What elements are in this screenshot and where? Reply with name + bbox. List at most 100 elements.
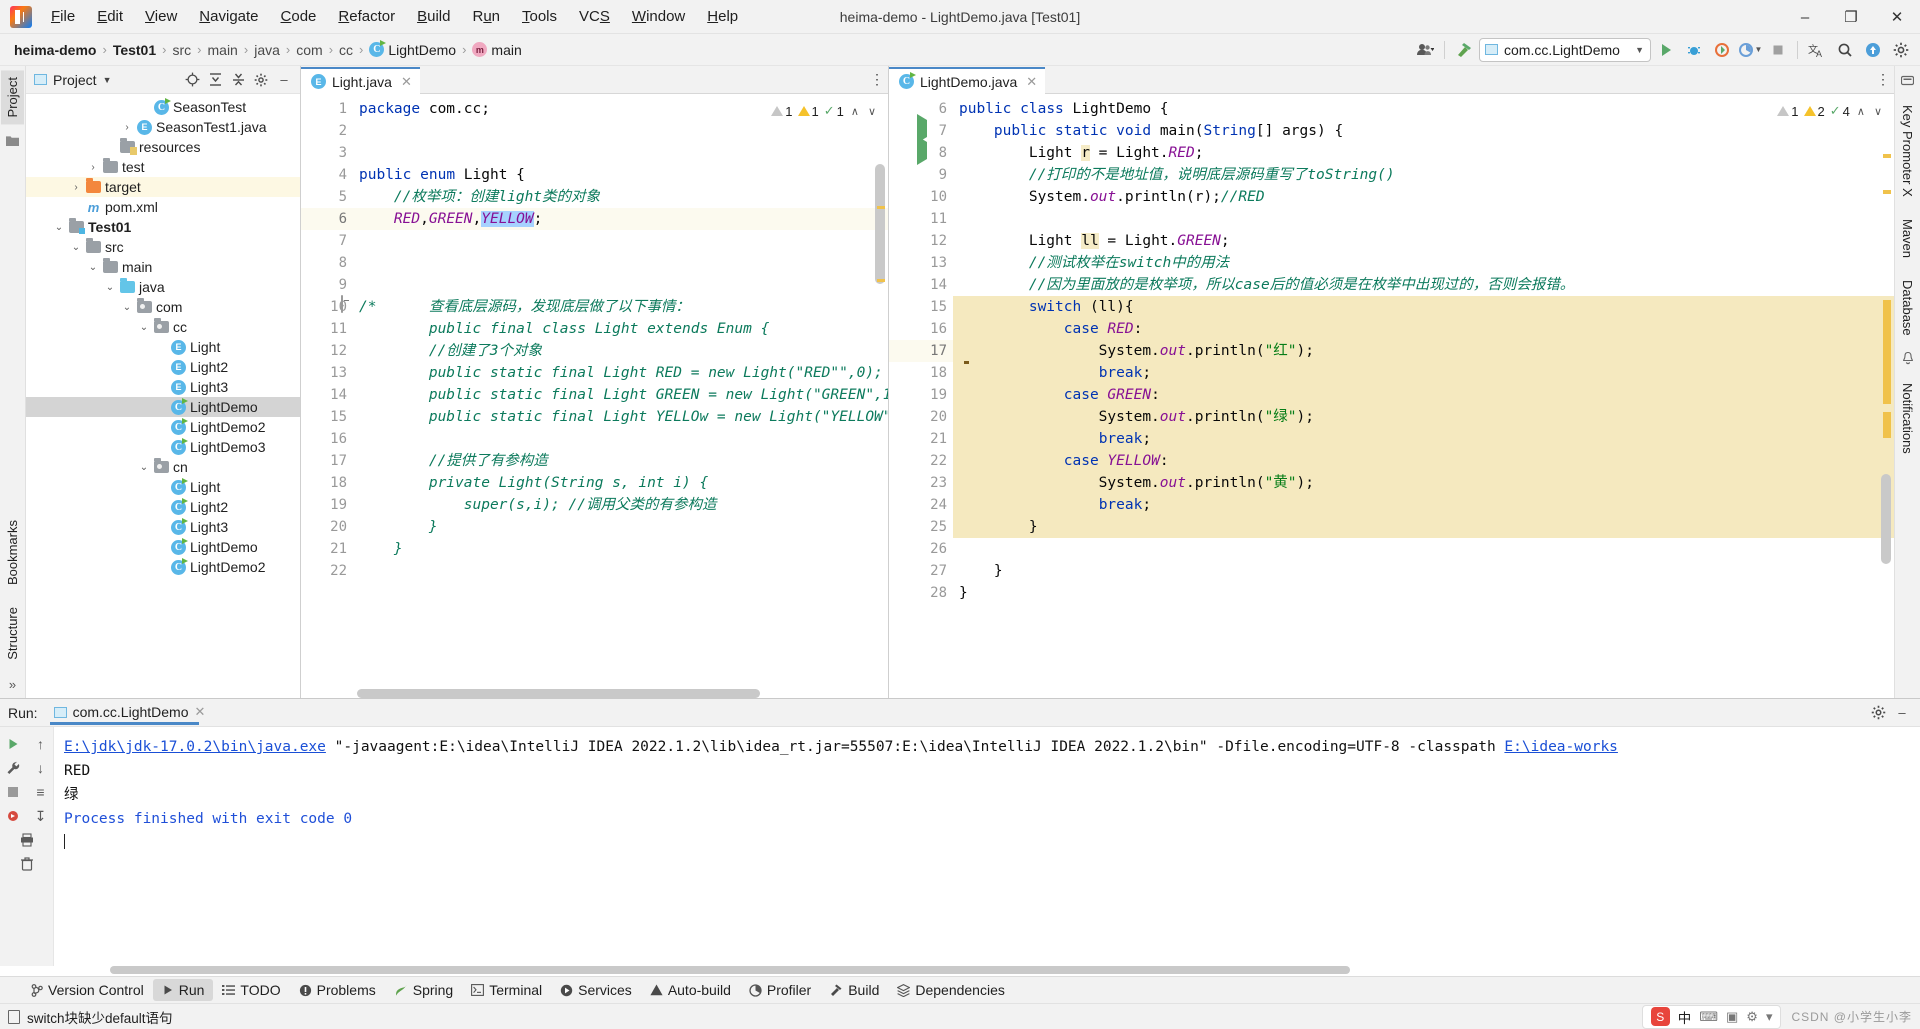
debug-button[interactable] (1681, 38, 1707, 62)
run-tab[interactable]: com.cc.LightDemo ✕ (48, 701, 212, 725)
tab-light-java[interactable]: E Light.java ✕ (301, 67, 420, 94)
settings-icon[interactable] (1888, 38, 1914, 62)
ime-language[interactable]: 中 (1678, 1007, 1692, 1027)
restart-icon[interactable] (2, 805, 24, 827)
menu-refactor[interactable]: Refactor (327, 3, 406, 30)
tree-item-light[interactable]: E Light (26, 337, 300, 357)
inspection-widget-right[interactable]: 1 2 ✓ 4 ∧ ∨ (1777, 98, 1884, 124)
tree-item-java[interactable]: ⌄ java (26, 277, 300, 297)
menu-run[interactable]: Run (461, 3, 511, 30)
console-hscrollbar-thumb[interactable] (110, 966, 1350, 974)
code-line[interactable] (353, 560, 888, 582)
code-line[interactable] (353, 142, 888, 164)
menu-vcs[interactable]: VCS (568, 3, 621, 30)
hide-icon[interactable]: – (274, 70, 294, 90)
code-line[interactable] (353, 230, 888, 252)
tree-item-light2[interactable]: C Light2 (26, 497, 300, 517)
close-button[interactable]: ✕ (1874, 0, 1920, 34)
code-line[interactable]: System.out.println("绿"); (953, 406, 1894, 428)
breadcrumb-item-com[interactable]: com (292, 40, 326, 60)
tree-twisty-icon[interactable]: › (121, 122, 133, 133)
code-line[interactable]: case RED: (953, 318, 1894, 340)
build-hammer-icon[interactable] (1451, 38, 1477, 62)
print-icon[interactable] (16, 829, 38, 851)
sidebar-item-notifications[interactable]: Notifications (1896, 376, 1919, 461)
sidebar-item-database[interactable]: Database (1896, 273, 1919, 343)
run-button[interactable] (1653, 38, 1679, 62)
tree-item-lightdemo3[interactable]: C LightDemo3 (26, 437, 300, 457)
code-line[interactable]: //测试枚举在switch中的用法 (953, 252, 1894, 274)
ime-settings-icon[interactable]: ⚙ (1746, 1009, 1758, 1025)
tool-window-bar[interactable]: Version Control Run TODO Problems Spring Term… (0, 976, 1920, 1003)
tree-twisty-icon[interactable]: ⌄ (87, 262, 99, 273)
tree-item-light2[interactable]: E Light2 (26, 357, 300, 377)
code-line[interactable]: } (953, 516, 1894, 538)
scroll-down-icon[interactable]: ↓ (30, 757, 52, 779)
profile-button[interactable]: ▼ (1737, 38, 1763, 62)
code-line[interactable]: RED,GREEN,YELLOW; (353, 208, 888, 230)
code-line[interactable]: System.out.println("红"); (953, 340, 1894, 362)
code-line[interactable] (353, 428, 888, 450)
wrench-icon[interactable] (2, 757, 24, 779)
code-line[interactable]: public static final Light YELLOw = new L… (353, 406, 888, 428)
code-line[interactable]: break; (953, 494, 1894, 516)
menu-bar[interactable]: File Edit View Navigate Code Refactor Bu… (40, 3, 749, 30)
inspection-ok-count[interactable]: ✓ 4 (1830, 103, 1850, 119)
run-with-coverage-button[interactable] (1709, 38, 1735, 62)
tool-window-button-version-control[interactable]: Version Control (22, 979, 153, 1001)
tree-twisty-icon[interactable]: ⌄ (70, 242, 82, 253)
tree-item-light3[interactable]: C Light3 (26, 517, 300, 537)
sidebar-item-project[interactable]: Project (1, 70, 24, 125)
code-line[interactable]: Light r = Light.RED; (953, 142, 1894, 164)
prev-problem-icon[interactable]: ∧ (1855, 105, 1867, 118)
tree-item-target[interactable]: › target (26, 177, 300, 197)
locate-icon[interactable] (182, 70, 202, 90)
tree-item-main[interactable]: ⌄ main (26, 257, 300, 277)
run-configuration-selector[interactable]: com.cc.LightDemo ▼ (1479, 37, 1651, 62)
menu-tools[interactable]: Tools (511, 3, 568, 30)
translate-icon[interactable]: 文A (1804, 38, 1830, 62)
code-line[interactable] (953, 208, 1894, 230)
expand-all-icon[interactable] (205, 70, 225, 90)
editor-options-icon[interactable]: ⋮ (1872, 71, 1894, 88)
warning-count[interactable]: 1 (797, 104, 819, 119)
tree-item-cn[interactable]: ⌄ cn (26, 457, 300, 477)
editor-options-icon[interactable]: ⋮ (866, 71, 888, 88)
code-line[interactable] (353, 274, 888, 296)
tab-lightdemo-java[interactable]: C LightDemo.java ✕ (889, 67, 1046, 94)
chevron-down-icon[interactable]: ▼ (103, 75, 112, 85)
code-line[interactable]: public static final Light RED = new Ligh… (353, 362, 888, 384)
breadcrumb[interactable]: heima-demo › Test01 › src › main › java … (10, 40, 526, 60)
code-line[interactable]: System.out.println(r);//RED (953, 186, 1894, 208)
code-line[interactable]: switch (ll){ (953, 296, 1894, 318)
ime-indicator[interactable]: S 中 ⌨ ▣ ⚙ ▾ (1641, 1004, 1782, 1029)
tree-item-src[interactable]: ⌄ src (26, 237, 300, 257)
tool-window-button-problems[interactable]: Problems (290, 979, 385, 1001)
code-line[interactable]: } (953, 560, 1894, 582)
tree-twisty-icon[interactable]: › (70, 182, 82, 193)
scroll-up-icon[interactable]: ↑ (30, 733, 52, 755)
code-line[interactable]: //枚举项：创建light类的对象 (353, 186, 888, 208)
breadcrumb-item-src[interactable]: src (168, 40, 195, 60)
editor-right-code[interactable]: 6 7 8 9 10 11 12 13 14 15 16 17 18 19 20 21 22 23 24 25 26 27… (889, 94, 1894, 698)
stop-button[interactable] (1765, 38, 1791, 62)
code-line[interactable] (953, 538, 1894, 560)
updates-icon[interactable] (1860, 38, 1886, 62)
notifications-bell-icon[interactable] (1902, 352, 1914, 368)
collapse-all-icon[interactable] (228, 70, 248, 90)
tree-item-seasontest1-java[interactable]: › E SeasonTest1.java (26, 117, 300, 137)
tree-item-cc[interactable]: ⌄ cc (26, 317, 300, 337)
next-problem-icon[interactable]: ∨ (1872, 105, 1884, 118)
code-line[interactable]: //因为里面放的是枚举项，所以case后的值必须是在枚举中出现过的，否则会报错。 (953, 274, 1894, 296)
classpath-link[interactable]: E:\idea-works (1504, 739, 1618, 755)
maximize-button[interactable]: ❐ (1828, 0, 1874, 34)
tool-window-button-services[interactable]: Services (551, 979, 641, 1001)
inspection-ok-count[interactable]: ✓ 1 (824, 103, 844, 119)
warning-count[interactable]: 2 (1803, 104, 1825, 119)
code-line[interactable]: } (353, 516, 888, 538)
inspection-widget-left[interactable]: 1 1 ✓ 1 ∧ ∨ (771, 98, 878, 124)
tool-window-button-build[interactable]: Build (820, 979, 888, 1001)
tool-window-button-dependencies[interactable]: Dependencies (888, 979, 1014, 1001)
breadcrumb-item-project[interactable]: heima-demo (10, 40, 100, 60)
expand-strip-icon[interactable]: » (9, 677, 16, 692)
